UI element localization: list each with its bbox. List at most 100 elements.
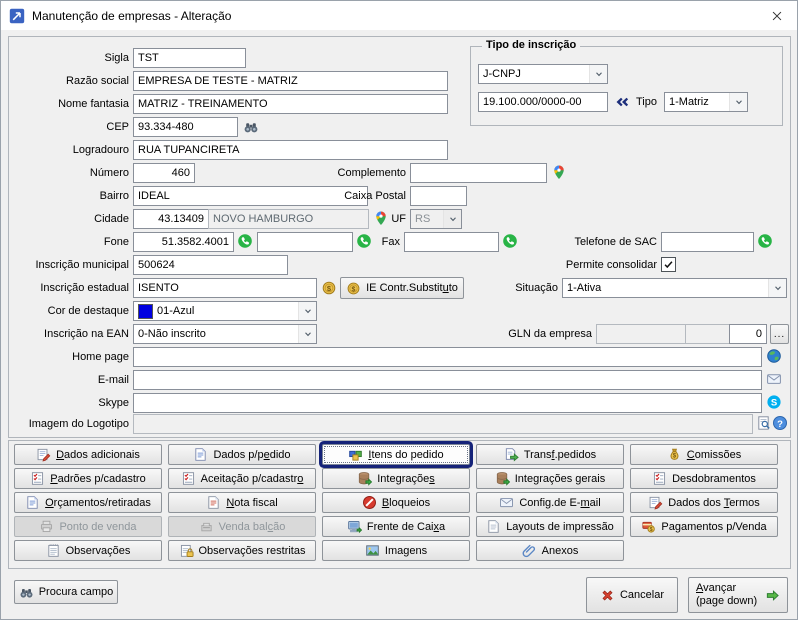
button-label: Venda balcão [219,521,286,533]
button-config-de-email[interactable]: Config.de E-mail [476,492,624,513]
button-integracoes-gerais[interactable]: Integrações gerais [476,468,624,489]
avancar-button[interactable]: Avançar (page down) [688,577,788,613]
whatsapp-icon[interactable] [502,233,518,249]
green-arrow-icon [765,588,780,603]
skype-input[interactable] [133,393,762,413]
button-integracoes[interactable]: Integrações [322,468,470,489]
doc-zoom-icon[interactable] [756,415,772,431]
button-frente-de-caixa[interactable]: Frente de Caixa [322,516,470,537]
fax-input[interactable] [404,232,499,252]
button-pagamentos-p-venda[interactable]: $Pagamentos p/Venda [630,516,778,537]
button-orcamentos-retiradas[interactable]: Orçamentos/retiradas [14,492,162,513]
fone1-input[interactable] [133,232,234,252]
binoculars-icon[interactable] [243,119,259,135]
cancelar-button[interactable]: Cancelar [586,577,678,613]
cep-input[interactable] [133,117,238,137]
inscricao-ean-select[interactable]: 0-Não inscrito [133,324,317,344]
button-observacoes[interactable]: Observações [14,540,162,561]
cancelar-label: Cancelar [620,589,664,601]
tipo-documento-select[interactable]: J-CNPJ [478,64,608,84]
button-dados-p-pedido[interactable]: Dados p/pedido [168,444,316,465]
whatsapp-icon[interactable] [237,233,253,249]
uf-select: RS [410,209,462,229]
whatsapp-icon[interactable] [757,233,773,249]
button-aceitacao-p-cadastro[interactable]: Aceitação p/cadastro [168,468,316,489]
button-nota-fiscal[interactable]: Nota fiscal [168,492,316,513]
fone-label: Fone [4,236,129,249]
button-label: Anexos [542,545,579,557]
button-ponto-de-venda: Ponto de venda [14,516,162,537]
button-dados-adicionais[interactable]: Dados adicionais [14,444,162,465]
bairro-label: Bairro [4,190,129,203]
button-anexos[interactable]: Anexos [476,540,624,561]
home-page-input[interactable] [133,347,762,367]
tipo-matriz-select[interactable]: 1-Matriz [664,92,748,112]
button-label: Layouts de impressão [506,521,614,533]
logotipo-input [133,414,753,434]
nome-fantasia-input[interactable] [133,94,448,114]
permite-consolidar-checkbox[interactable] [661,257,676,272]
situacao-value: 1-Ativa [563,282,768,294]
cidade-label: Cidade [4,213,129,226]
gln-seg3-input[interactable] [729,324,767,344]
button-desdobramentos[interactable]: Desdobramentos [630,468,778,489]
coin-icon: $ [346,281,361,296]
complemento-input[interactable] [410,163,547,183]
inscricao-ean-label: Inscrição na EAN [4,328,129,341]
cnpj-input[interactable] [478,92,608,112]
button-observacoes-restritas[interactable]: Observações restritas [168,540,316,561]
email-input[interactable] [133,370,762,390]
situacao-select[interactable]: 1-Ativa [562,278,787,298]
button-label: Transf.pedidos [524,449,596,461]
button-itens-do-pedido[interactable]: Itens do pedido [322,444,470,465]
button-transf-pedidos[interactable]: Transf.pedidos [476,444,624,465]
button-layouts-de-impressao[interactable]: Layouts de impressão [476,516,624,537]
cidade-codigo-input[interactable] [133,209,209,229]
button-label: Config.de E-mail [519,497,600,509]
button-dados-dos-termos[interactable]: Dados dos Termos [630,492,778,513]
logradouro-input[interactable] [133,140,448,160]
mail-icon[interactable] [766,371,782,387]
globe-icon[interactable] [766,348,782,364]
color-swatch [138,304,153,319]
logotipo-label: Imagem do Logotipo [4,418,129,431]
email-label: E-mail [4,374,129,387]
title-bar: Manutenção de empresas - Alteração [1,1,797,30]
receita-federal-icon[interactable] [614,94,630,110]
cor-destaque-value: 01-Azul [157,305,194,317]
map-pin-icon[interactable] [551,164,567,180]
gln-more-button[interactable]: ... [770,324,789,344]
ie-contr-substituto-button[interactable]: $ IE Contr.Substituto [340,277,464,299]
button-venda-balcao: Venda balcão [168,516,316,537]
skype-icon[interactable]: S [766,394,782,410]
caixa-postal-input[interactable] [410,186,467,206]
fone2-input[interactable] [257,232,353,252]
picture-icon [365,543,380,558]
help-icon[interactable]: ? [772,415,788,431]
button-label: Desdobramentos [672,473,756,485]
razao-social-input[interactable] [133,71,448,91]
telefone-sac-input[interactable] [661,232,754,252]
cor-destaque-select[interactable]: 01-Azul [133,301,317,321]
gln-seg2-input [685,324,730,344]
tipo-label: Tipo [636,96,657,109]
database-icon [357,471,372,486]
button-label: Dados adicionais [56,449,140,461]
button-label: Dados dos Termos [668,497,760,509]
home-page-label: Home page [4,351,129,364]
button-padroes-p-cadastro[interactable]: Padrões p/cadastro [14,468,162,489]
button-imagens[interactable]: Imagens [322,540,470,561]
button-label: Ponto de venda [59,521,136,533]
numero-input[interactable] [133,163,195,183]
app-icon [9,8,25,24]
procura-campo-button[interactable]: Procura campo [14,580,118,604]
button-comissoes[interactable]: $Comissões [630,444,778,465]
inscricao-municipal-input[interactable] [133,255,288,275]
checklist-icon [30,471,45,486]
numero-label: Número [4,167,129,180]
inscricao-estadual-input[interactable] [133,278,317,298]
close-button[interactable] [770,9,784,23]
button-label: Aceitação p/cadastro [201,473,304,485]
button-bloqueios[interactable]: Bloqueios [322,492,470,513]
sigla-input[interactable] [133,48,246,68]
